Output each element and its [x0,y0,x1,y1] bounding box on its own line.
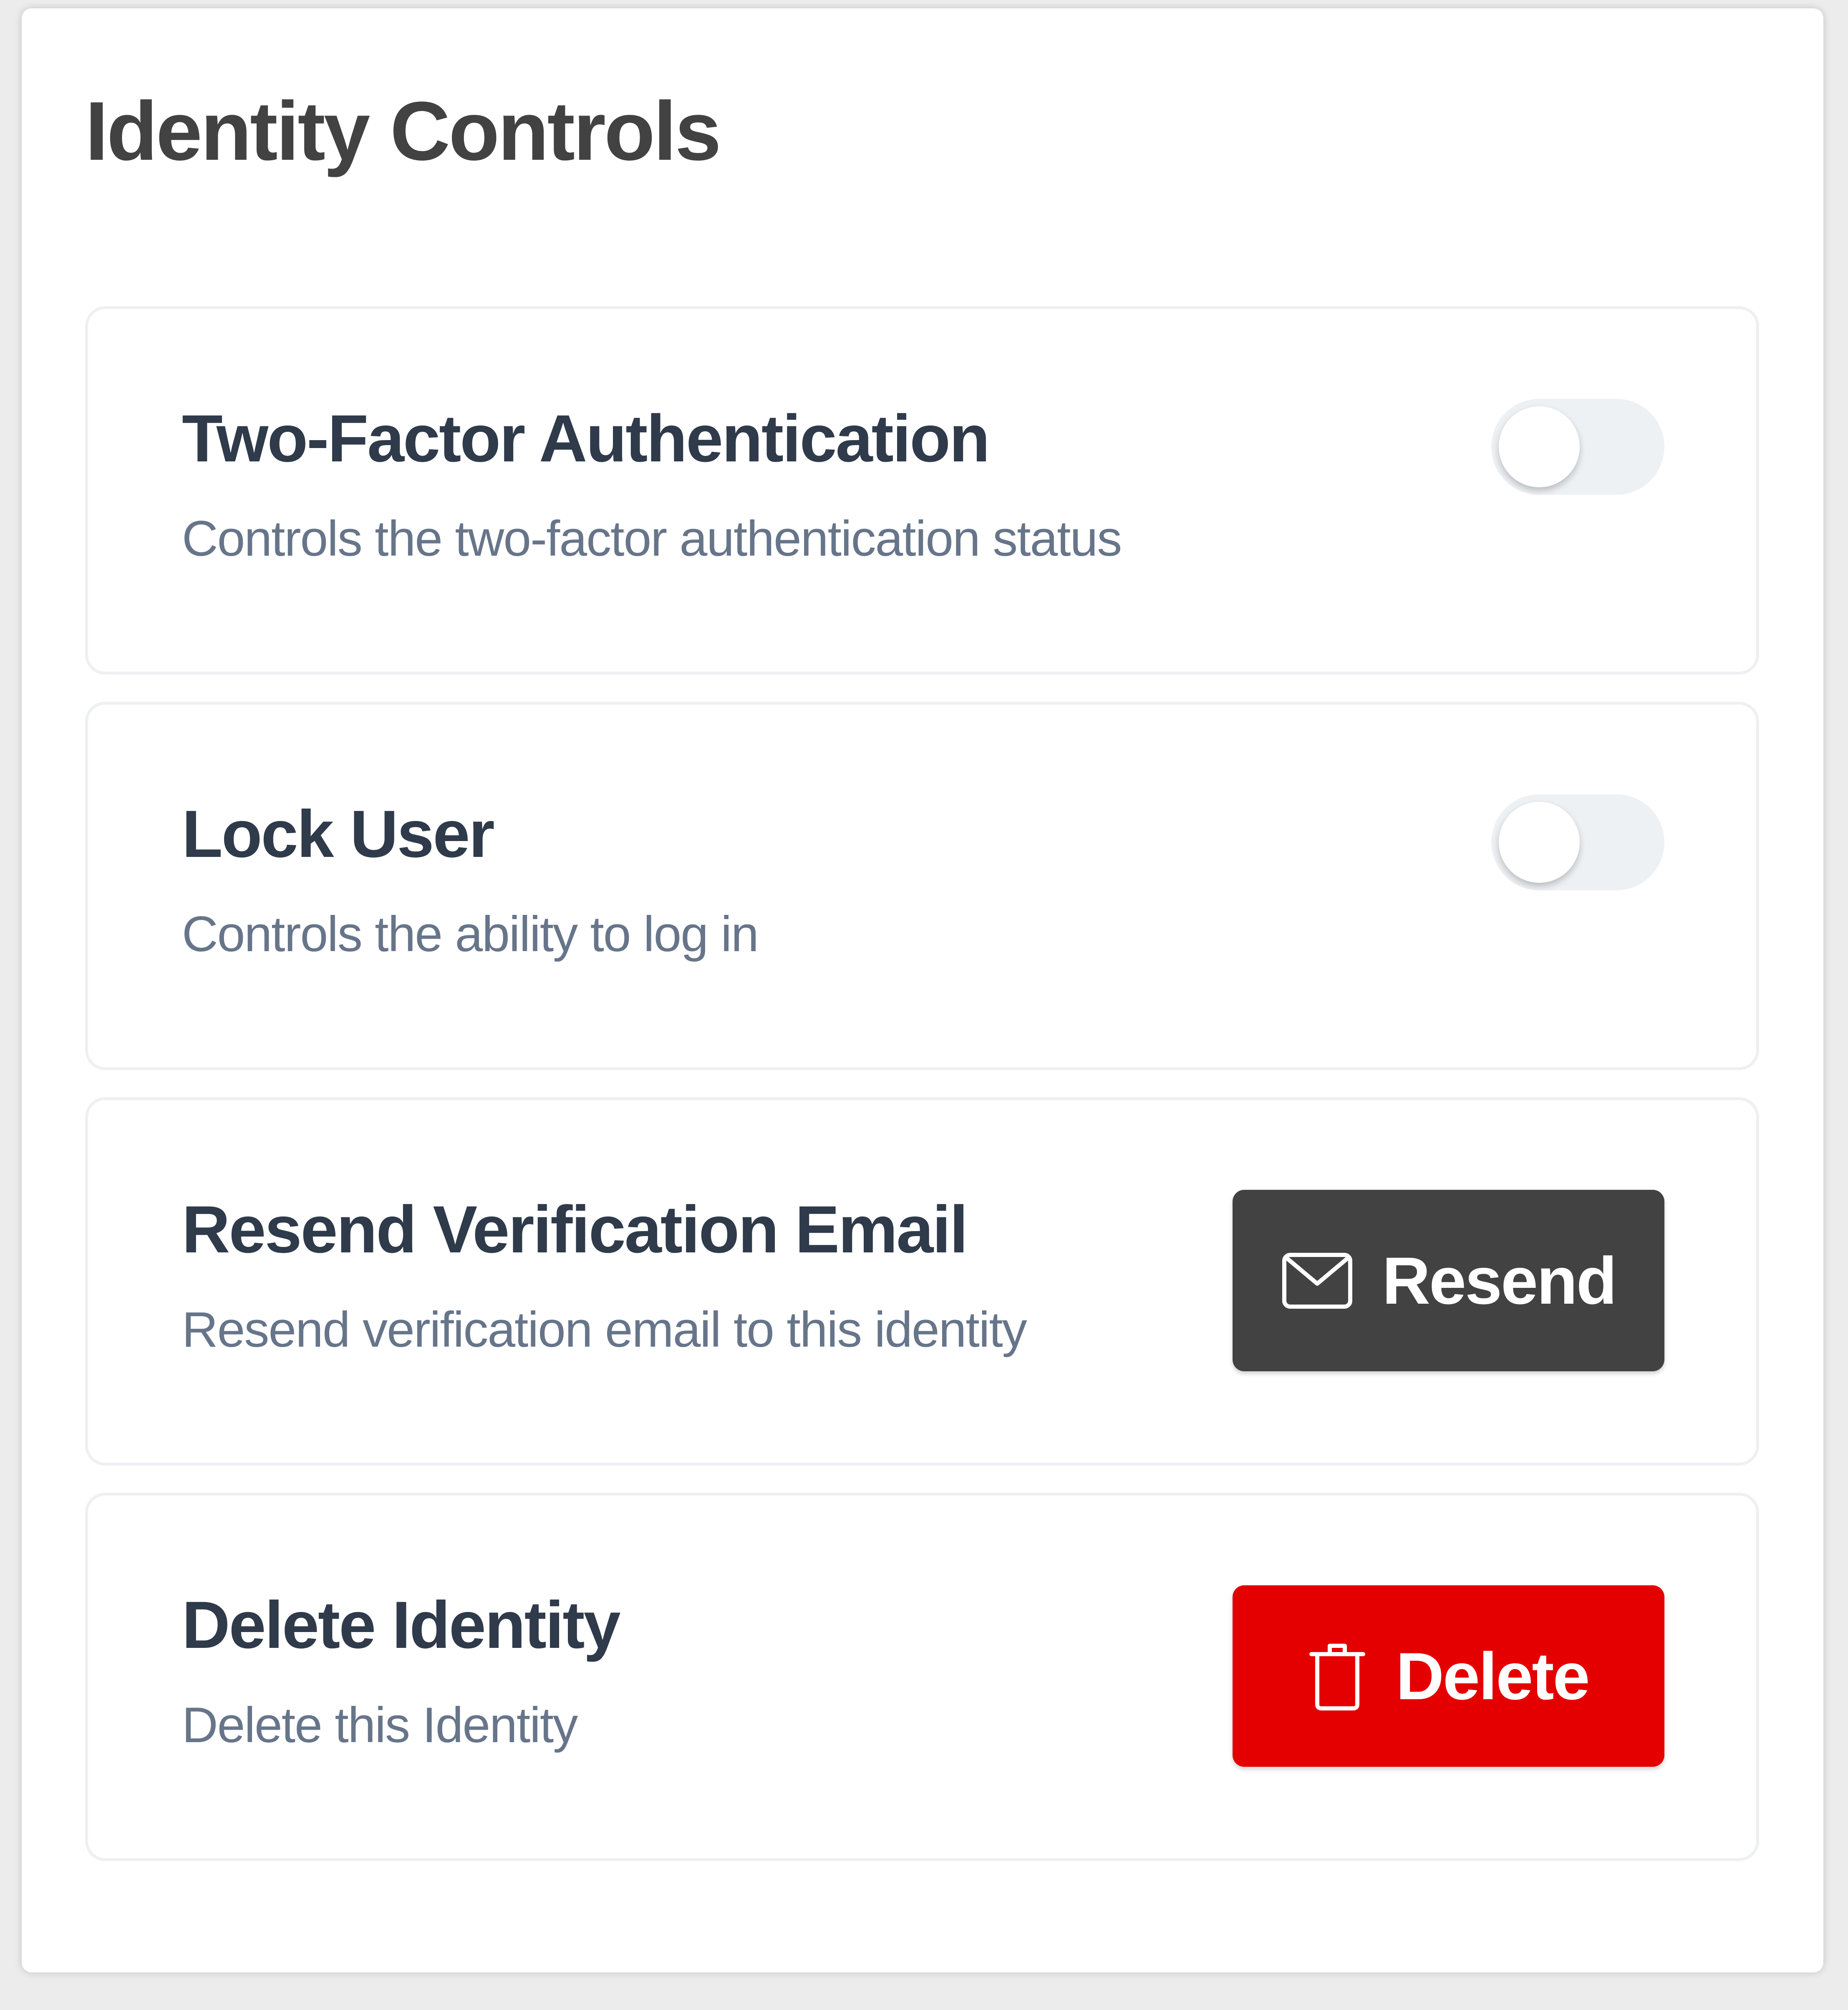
delete-identity-title: Delete Identity [182,1587,621,1662]
lock-user-title: Lock User [182,796,495,871]
toggle-knob [1499,406,1580,487]
two-factor-toggle[interactable] [1491,399,1664,495]
two-factor-description: Controls the two-factor authentication s… [182,511,1122,567]
resend-verification-description: Resend verification email to this identi… [182,1302,1027,1358]
resend-verification-card: Resend Verification Email Resend verific… [85,1097,1759,1466]
toggle-knob [1499,802,1580,883]
two-factor-title: Two-Factor Authentication [182,401,990,476]
lock-user-toggle[interactable] [1491,794,1664,890]
lock-user-card: Lock User Controls the ability to log in [85,702,1759,1070]
delete-button-label: Delete [1396,1638,1590,1713]
envelope-icon [1281,1252,1353,1310]
panel-title: Identity Controls [85,85,721,178]
delete-identity-description: Delete this Identity [182,1697,578,1753]
delete-identity-card: Delete Identity Delete this Identity Del… [85,1493,1759,1861]
resend-button[interactable]: Resend [1233,1190,1664,1371]
identity-controls-panel: Identity Controls Two-Factor Authenticat… [22,8,1823,1972]
delete-button[interactable]: Delete [1233,1585,1664,1767]
trash-icon [1308,1641,1366,1712]
resend-button-label: Resend [1382,1243,1617,1318]
resend-verification-title: Resend Verification Email [182,1192,968,1267]
lock-user-description: Controls the ability to log in [182,906,759,962]
two-factor-card: Two-Factor Authentication Controls the t… [85,306,1759,675]
